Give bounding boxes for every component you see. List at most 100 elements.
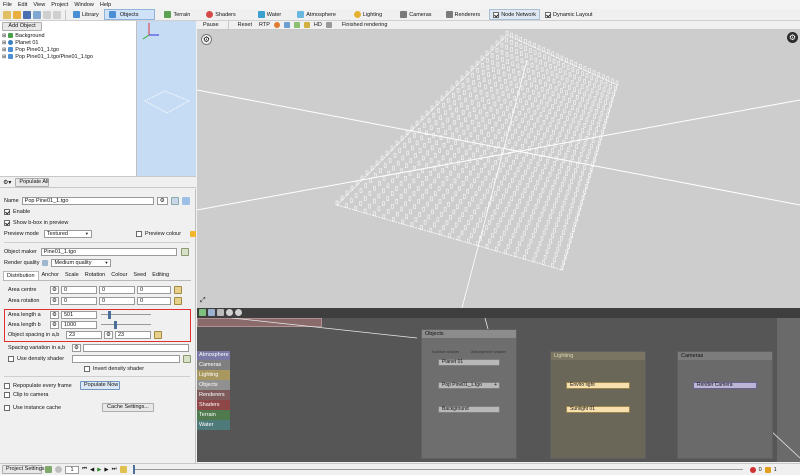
help-icon[interactable] bbox=[170, 197, 179, 205]
surface-shader-port[interactable]: Surface shader bbox=[432, 349, 459, 354]
area-rotation-options-icon[interactable]: ⚙ bbox=[50, 297, 59, 305]
save-project-icon[interactable] bbox=[23, 10, 31, 19]
pause-button[interactable]: Pause bbox=[200, 22, 222, 28]
atmosphere-shader-port[interactable]: Atmosphere shader bbox=[471, 349, 506, 354]
area-rotation-link-icon[interactable] bbox=[174, 297, 182, 305]
spacing-options-icon[interactable] bbox=[154, 331, 162, 339]
play-icon[interactable]: ▶ bbox=[97, 467, 101, 473]
timeline-playhead[interactable] bbox=[132, 465, 135, 474]
node-filter-icon[interactable] bbox=[217, 309, 224, 316]
menu-file[interactable]: File bbox=[3, 2, 12, 8]
dynamic-layout-toggle[interactable]: Dynamic Layout bbox=[542, 9, 595, 20]
sunlight-node[interactable]: Sunlight 01 bbox=[566, 406, 630, 413]
preview-colour-checkbox[interactable] bbox=[136, 231, 142, 237]
view-gear-icon[interactable]: ⚙ bbox=[201, 34, 212, 45]
area-length-a-field[interactable]: 501 bbox=[61, 311, 97, 319]
tab-atmosphere[interactable]: Atmosphere bbox=[294, 9, 349, 20]
skip-forward-icon[interactable]: ⏭ bbox=[112, 466, 117, 473]
area-rotation-z[interactable]: 0 bbox=[137, 297, 171, 305]
tab-library[interactable]: Library bbox=[70, 9, 102, 20]
spacing-a-field[interactable]: 23 bbox=[66, 331, 102, 339]
tab-scale[interactable]: Scale bbox=[62, 271, 82, 279]
area-length-a-slider[interactable] bbox=[101, 311, 151, 319]
tab-terrain[interactable]: Terrain bbox=[161, 9, 201, 20]
node-network-toggle[interactable]: Node Network bbox=[489, 9, 541, 20]
name-field[interactable]: Pop Pine01_1.tgo bbox=[21, 197, 154, 205]
show-bbox-row[interactable]: Show b-box in preview bbox=[4, 220, 68, 226]
tree-item-pine-object[interactable]: ⊞ Pop Pine01_1.tgo/Pine01_1.tgo bbox=[2, 53, 93, 60]
node-zoom-icon[interactable] bbox=[235, 309, 242, 316]
tab-anchor[interactable]: Anchor bbox=[39, 271, 62, 279]
view-mode-icon[interactable] bbox=[273, 22, 280, 28]
snapshot-icon[interactable] bbox=[325, 22, 332, 28]
area-length-b-options-icon[interactable]: ⚙ bbox=[50, 321, 59, 329]
preview-colour-swatch[interactable] bbox=[190, 231, 197, 237]
lighting-group[interactable]: Lighting bbox=[550, 351, 646, 459]
expand-icon[interactable]: ⊞ bbox=[2, 47, 6, 53]
planet-node[interactable]: Planet 01 bbox=[438, 359, 500, 366]
tab-shaders[interactable]: Shaders bbox=[203, 9, 253, 20]
area-centre-link-icon[interactable] bbox=[174, 286, 182, 294]
rtp-button[interactable]: RTP bbox=[259, 22, 270, 28]
area-centre-y[interactable]: 0 bbox=[99, 286, 135, 294]
tree-item-pop-pine[interactable]: ⊞ Pop Pine01_1.tgo bbox=[2, 46, 93, 53]
enable-checkbox[interactable] bbox=[4, 209, 10, 215]
redo-icon[interactable] bbox=[53, 10, 61, 19]
reset-button[interactable]: Reset bbox=[235, 22, 255, 28]
skip-back-icon[interactable]: ⏮ bbox=[82, 466, 87, 473]
invert-density-checkbox[interactable] bbox=[84, 366, 90, 372]
spacing-variation-options-icon[interactable]: ⚙ bbox=[72, 344, 81, 352]
density-shader-link-icon[interactable] bbox=[183, 355, 191, 363]
node-add-icon[interactable] bbox=[208, 309, 215, 316]
spacing-variation-field[interactable] bbox=[83, 344, 189, 352]
wireframe-icon[interactable] bbox=[293, 22, 300, 28]
info-icon[interactable] bbox=[181, 197, 190, 205]
area-rotation-y[interactable]: 0 bbox=[99, 297, 135, 305]
enviro-light-node[interactable]: Enviro light bbox=[566, 382, 630, 389]
expand-icon[interactable]: ⊞ bbox=[2, 54, 6, 60]
tab-colour[interactable]: Colour bbox=[108, 271, 130, 279]
repopulate-checkbox[interactable] bbox=[4, 382, 10, 389]
options-icon[interactable]: ⚙▾ bbox=[3, 179, 11, 186]
area-length-b-field[interactable]: 1000 bbox=[61, 321, 97, 329]
current-frame-field[interactable]: 1 bbox=[65, 465, 79, 474]
invert-density-row[interactable]: Invert density shader bbox=[84, 366, 144, 372]
enable-row[interactable]: Enable bbox=[4, 209, 30, 215]
tab-editing[interactable]: Editing bbox=[149, 271, 172, 279]
area-centre-x[interactable]: 0 bbox=[61, 286, 97, 294]
tab-distribution[interactable]: Distribution bbox=[3, 270, 39, 280]
render-camera-node[interactable]: Render Camera bbox=[693, 382, 757, 389]
step-forward-icon[interactable]: ▶ bbox=[104, 467, 108, 473]
density-shader-field[interactable] bbox=[72, 355, 180, 363]
lighting-preview-icon[interactable] bbox=[303, 22, 310, 28]
menu-view[interactable]: View bbox=[33, 2, 45, 8]
node-help-icon[interactable] bbox=[226, 309, 233, 316]
populate-all-button[interactable]: Populate All bbox=[15, 177, 50, 187]
use-instance-cache-checkbox[interactable] bbox=[4, 404, 10, 411]
keyframe-icon[interactable] bbox=[119, 466, 127, 473]
object-maker-link-icon[interactable] bbox=[180, 248, 189, 256]
clip-to-camera-checkbox[interactable] bbox=[4, 392, 10, 398]
area-length-b-slider-knob[interactable] bbox=[114, 321, 118, 329]
spacing-link-icon[interactable]: ⚙ bbox=[104, 331, 113, 339]
new-project-icon[interactable] bbox=[3, 10, 11, 19]
zoom-icon[interactable]: ⤢ bbox=[200, 297, 206, 305]
menu-project[interactable]: Project bbox=[51, 2, 68, 8]
layout-icon[interactable] bbox=[199, 309, 206, 316]
tree-item-background[interactable]: ⊞ Background bbox=[2, 32, 93, 39]
render-viewport[interactable]: ⚙ ⚙ ⤢ bbox=[197, 30, 800, 308]
expand-icon[interactable]: ⊞ bbox=[2, 33, 6, 39]
timeline-slider[interactable] bbox=[132, 465, 743, 474]
open-project-icon[interactable] bbox=[13, 10, 21, 19]
add-object-button[interactable]: Add Object bbox=[2, 22, 42, 31]
undo-icon[interactable] bbox=[43, 10, 51, 19]
shading-icon[interactable] bbox=[283, 22, 290, 28]
area-length-a-slider-knob[interactable] bbox=[107, 311, 111, 319]
populate-now-button[interactable]: Populate Now bbox=[80, 381, 120, 390]
background-node[interactable]: Background bbox=[438, 406, 500, 413]
animation-icon[interactable] bbox=[55, 466, 62, 473]
tab-cameras[interactable]: Cameras bbox=[397, 9, 440, 20]
cache-settings-button[interactable]: Cache Settings... bbox=[102, 403, 154, 412]
tab-water[interactable]: Water bbox=[255, 9, 292, 20]
expand-node-icon[interactable]: + bbox=[494, 383, 497, 388]
